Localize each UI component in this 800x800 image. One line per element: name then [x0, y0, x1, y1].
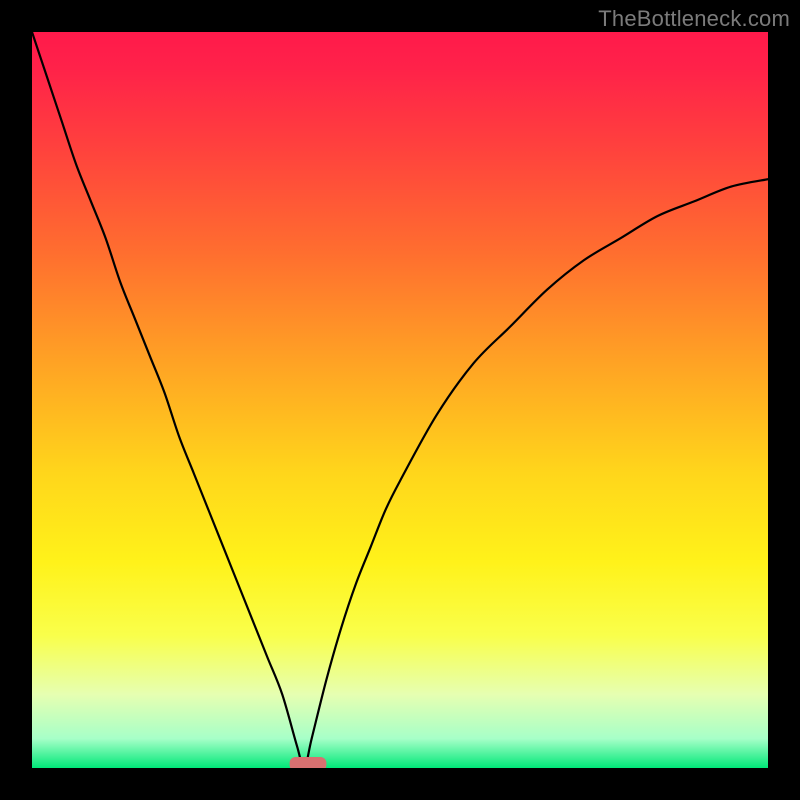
chart-svg — [32, 32, 768, 768]
plot-area — [32, 32, 768, 768]
attribution-label: TheBottleneck.com — [598, 6, 790, 32]
chart-frame: TheBottleneck.com — [0, 0, 800, 800]
gradient-background — [32, 32, 768, 768]
optimum-marker — [290, 757, 327, 768]
